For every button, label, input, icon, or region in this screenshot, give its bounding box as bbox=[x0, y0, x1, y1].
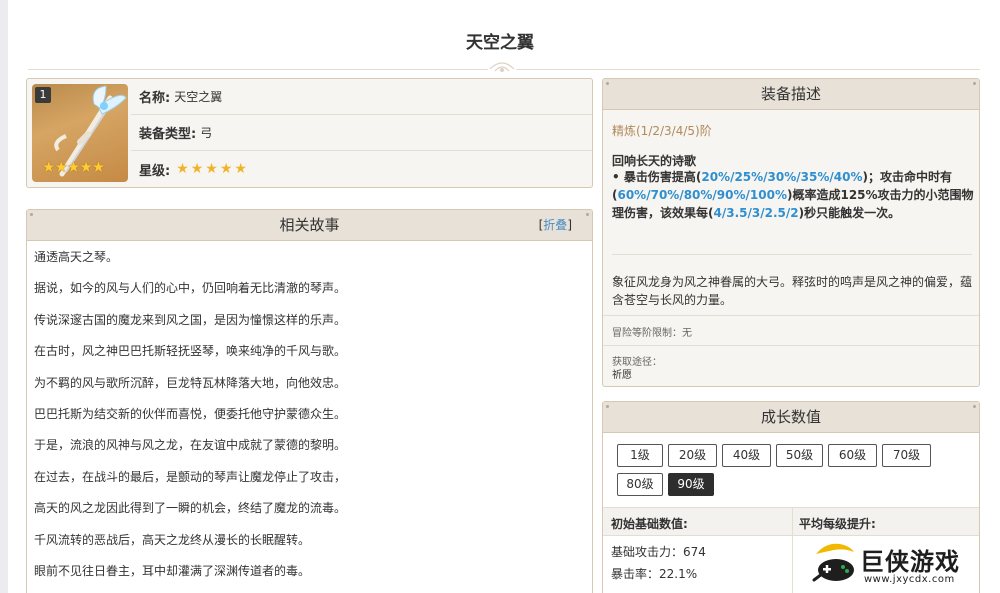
corner-dot bbox=[606, 82, 609, 85]
left-edge-strip bbox=[0, 0, 8, 593]
story-line: 传说深邃古国的魔龙来到风之国，是因为憧憬这样的乐声。 bbox=[34, 312, 347, 327]
rarity-stars: ★★★★★ bbox=[176, 161, 249, 177]
level-button-40[interactable]: 40级 bbox=[722, 444, 771, 467]
watermark-brand: 巨侠游戏 bbox=[860, 548, 960, 576]
story-line: 在过去，在战斗的最后，是颤动的琴声让魔龙停止了攻击， bbox=[34, 469, 347, 484]
level-button-50[interactable]: 50级 bbox=[776, 444, 823, 467]
site-watermark: 巨侠游戏 www.jxycdx.com bbox=[810, 540, 980, 590]
story-header: 相关故事 [折叠] bbox=[27, 210, 592, 241]
base-atk-stat: 基础攻击力：674 bbox=[611, 545, 706, 559]
fold-control: [折叠] bbox=[539, 210, 572, 241]
passive-value: 4/3.5/3/2.5/2 bbox=[713, 206, 799, 220]
level-button-1[interactable]: 1级 bbox=[617, 444, 663, 467]
crit-rate-stat: 暴击率：22.1% bbox=[611, 567, 698, 581]
name-value: 天空之翼 bbox=[174, 90, 223, 104]
story-body: 通透高天之琴。 据说，如今的风与人们的心中，仍回响着无比清澈的琴声。 传说深邃古… bbox=[27, 241, 592, 593]
equipment-description-panel: 装备描述 精炼(1/2/3/4/5)阶 回响长天的诗歌 • 暴击伤害提高(20%… bbox=[602, 78, 980, 387]
story-line: 通透高天之琴。 bbox=[34, 250, 119, 264]
level-button-20[interactable]: 20级 bbox=[668, 444, 717, 467]
description-title: 装备描述 bbox=[760, 85, 821, 103]
passive-name: 回响长天的诗歌 bbox=[612, 154, 697, 168]
per-level-column: 平均每级提升: bbox=[799, 517, 876, 531]
passive-value: 20%/25%/30%/35%/40% bbox=[701, 170, 863, 184]
fold-link[interactable]: 折叠 bbox=[543, 218, 567, 232]
corner-dot bbox=[606, 405, 609, 408]
info-row-rarity: 星级: ★★★★★ bbox=[131, 151, 592, 187]
story-line: 眼前不见往日眷主，耳中却灌满了深渊传道者的毒。 bbox=[34, 563, 311, 578]
corner-dot bbox=[30, 213, 33, 216]
weapon-image: 1 ★★★★★ bbox=[32, 84, 128, 182]
growth-header: 成长数值 bbox=[603, 402, 979, 433]
story-title: 相关故事 bbox=[279, 216, 340, 234]
story-line: 据说，如今的风与人们的心中，仍回响着无比清澈的琴声。 bbox=[34, 281, 347, 296]
info-row-type: 装备类型: 弓 bbox=[131, 115, 592, 151]
growth-title: 成长数值 bbox=[760, 408, 821, 426]
gamepad-logo-icon bbox=[812, 543, 854, 582]
watermark-url: www.jxycdx.com bbox=[864, 574, 955, 585]
level-selector: 1级 20级 40级 50级 60级 70级 80级 90级 bbox=[617, 444, 967, 502]
info-row-name: 名称: 天空之翼 bbox=[131, 79, 592, 115]
passive-description: • 暴击伤害提高(20%/25%/30%/35%/40%)；攻击命中时有(60%… bbox=[612, 168, 974, 222]
corner-dot bbox=[973, 82, 976, 85]
base-stats-column: 初始基础数值: bbox=[611, 517, 688, 531]
passive-value: 60%/70%/80%/90%/100% bbox=[617, 188, 787, 202]
column-divider bbox=[792, 507, 793, 593]
name-label: 名称: bbox=[139, 91, 171, 106]
story-line: 巴巴托斯为结交新的伙伴而喜悦，便委托他守护蒙德众生。 bbox=[34, 406, 347, 421]
weapon-info-card: 1 ★★★★★ 名称: 天空之翼 装备类型: 弓 星级: ★★★★★ bbox=[26, 78, 593, 188]
fold-bracket-close: ] bbox=[567, 218, 572, 232]
page-title: 天空之翼 bbox=[466, 33, 534, 53]
divider bbox=[603, 345, 979, 346]
level-button-90[interactable]: 90级 bbox=[668, 473, 714, 496]
corner-dot bbox=[586, 213, 589, 216]
story-line: 千风流转的恶战后，高天之龙终从漫长的长眠醒转。 bbox=[34, 532, 311, 547]
type-value: 弓 bbox=[200, 126, 213, 140]
story-line: 在古时，风之神巴巴托斯轻抚竖琴，唤来纯净的千风与歌。 bbox=[34, 344, 347, 359]
story-panel: 相关故事 [折叠] 通透高天之琴。 据说，如今的风与人们的心中，仍回响着无比清澈… bbox=[26, 209, 593, 593]
story-line: 于是，流浪的风神与风之龙，在友谊中成就了蒙德的黎明。 bbox=[34, 438, 347, 453]
passive-text: • 暴击伤害提高( bbox=[612, 170, 702, 184]
source-value: 祈愿 bbox=[612, 370, 632, 381]
adventure-rank-limit: 冒险等阶限制：无 bbox=[612, 328, 692, 339]
type-label: 装备类型: bbox=[139, 127, 197, 142]
divider bbox=[603, 315, 979, 316]
description-header: 装备描述 bbox=[603, 79, 979, 110]
image-rarity-stars: ★★★★★ bbox=[42, 158, 105, 176]
level-button-60[interactable]: 60级 bbox=[828, 444, 877, 467]
passive-text: )秒只能触发一次。 bbox=[798, 206, 901, 220]
weapon-level-badge: 1 bbox=[35, 87, 51, 103]
refinement-levels: 精炼(1/2/3/4/5)阶 bbox=[612, 124, 712, 138]
story-line: 为不羁的风与歌所沉醉，巨龙特瓦林降落大地，向他效忠。 bbox=[34, 375, 347, 390]
level-button-70[interactable]: 70级 bbox=[882, 444, 931, 467]
story-line: 高天的风之龙因此得到了一瞬的机会，终结了魔龙的流毒。 bbox=[34, 501, 347, 516]
weapon-lore: 象征风龙身为风之神眷属的大弓。释弦时的鸣声是风之神的偏爱，蕴含苍空与长风的力量。 bbox=[612, 275, 973, 307]
corner-dot bbox=[973, 405, 976, 408]
level-button-80[interactable]: 80级 bbox=[617, 473, 663, 496]
divider bbox=[612, 254, 972, 255]
rarity-label: 星级: bbox=[139, 163, 171, 179]
ornament-icon bbox=[488, 59, 516, 75]
